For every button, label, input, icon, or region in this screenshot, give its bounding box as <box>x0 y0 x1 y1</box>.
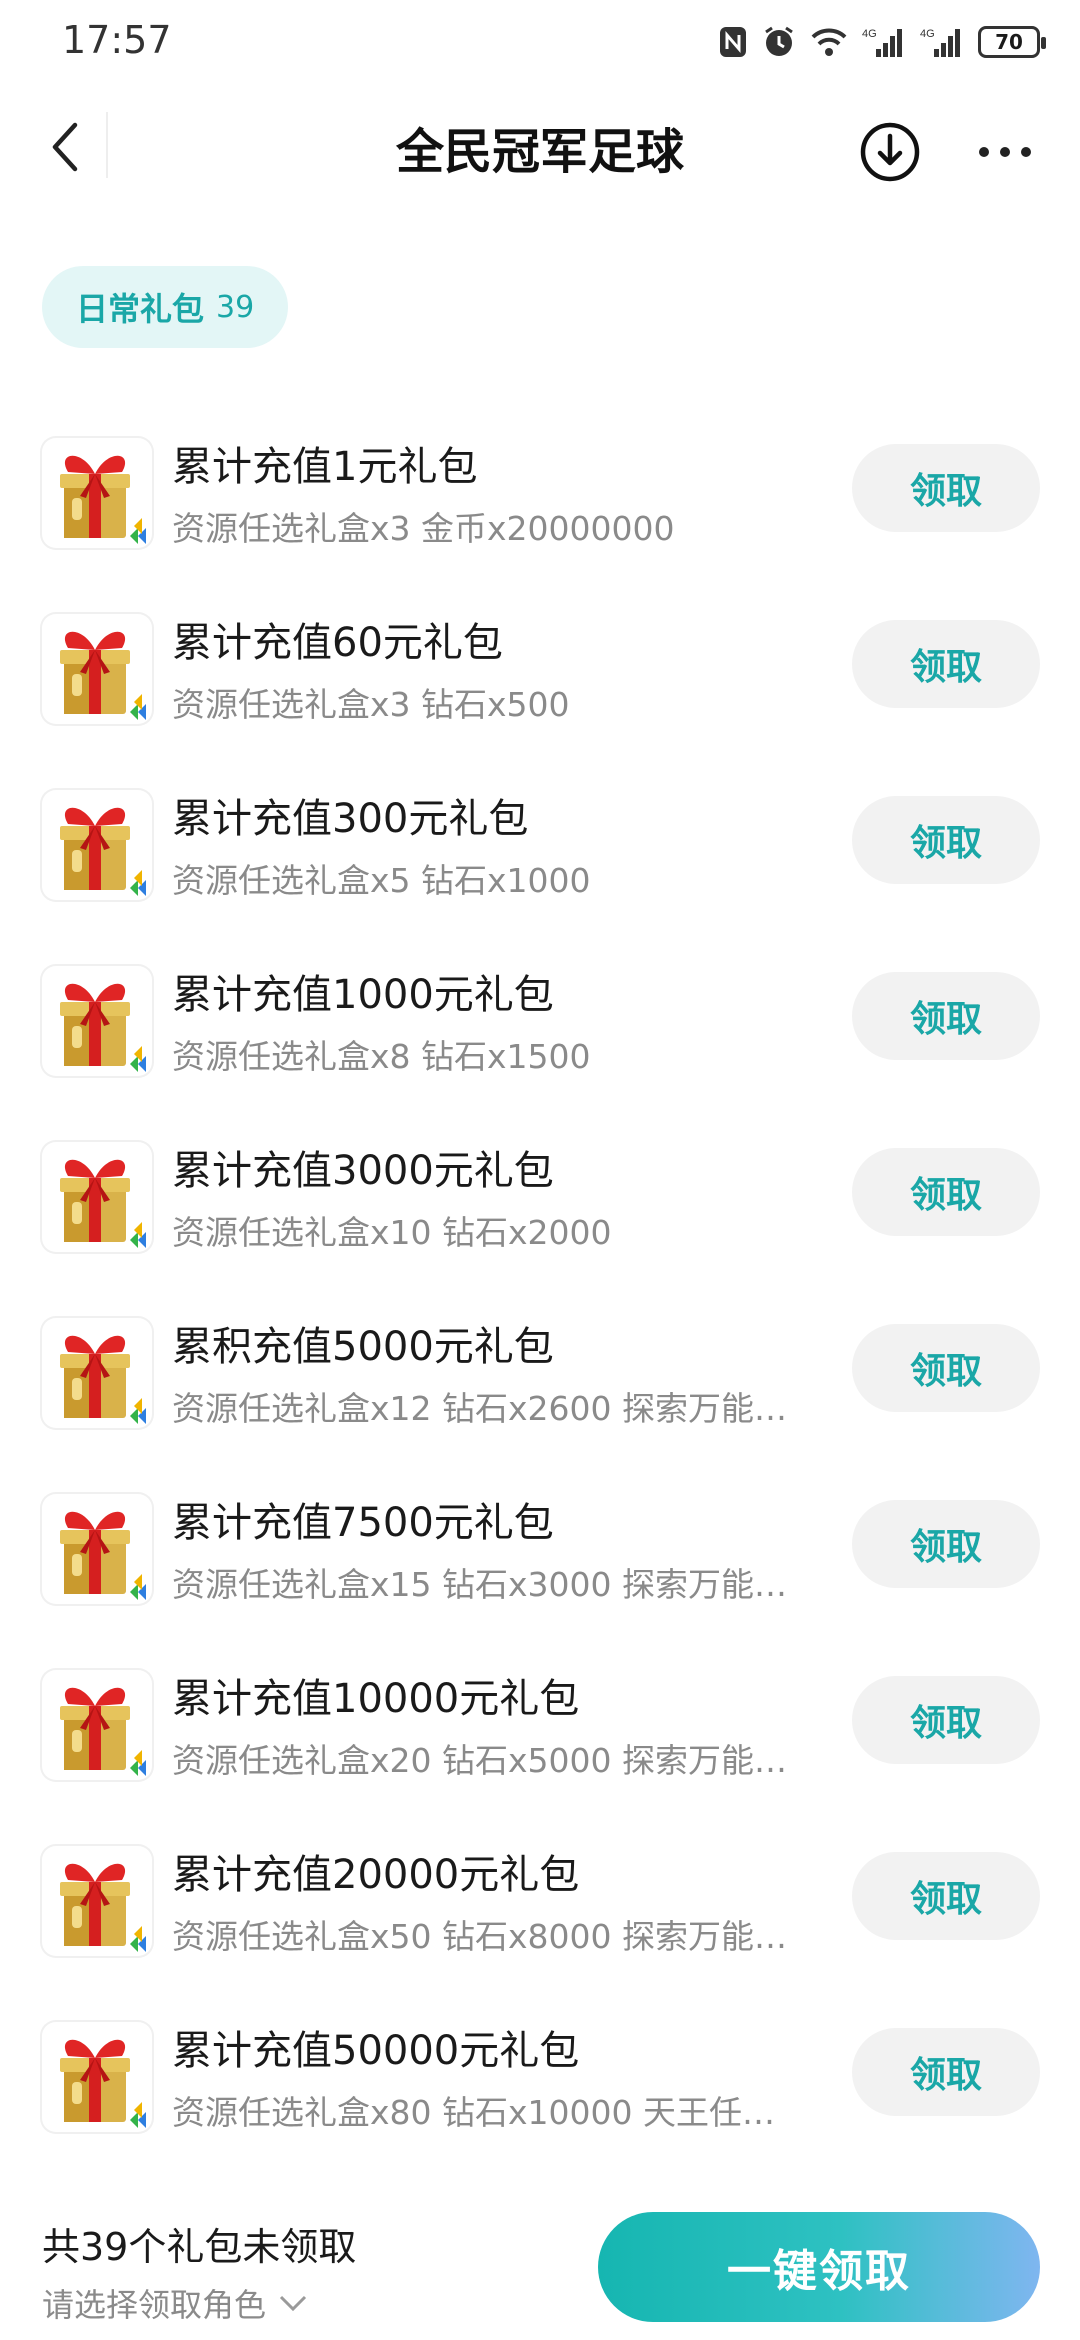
gift-list: 累计充值1元礼包 资源任选礼盒x3 金币x20000000 领取 累计充值60元… <box>0 410 1080 2170</box>
gift-description: 资源任选礼盒x50 钻石x8000 探索万能… <box>172 1917 788 1956</box>
gift-description: 资源任选礼盒x80 钻石x10000 天王任… <box>172 2093 776 2132</box>
gift-box-icon <box>42 1318 152 1428</box>
gift-title: 累计充值10000元礼包 <box>172 1676 580 1722</box>
status-time: 17:57 <box>62 18 172 62</box>
battery-icon: 70 <box>978 26 1046 58</box>
claim-button[interactable]: 领取 <box>852 972 1040 1060</box>
gift-description: 资源任选礼盒x5 钻石x1000 <box>172 861 591 900</box>
gift-title: 累计充值3000元礼包 <box>172 1148 554 1194</box>
claim-button[interactable]: 领取 <box>852 2028 1040 2116</box>
battery-level: 70 <box>995 30 1023 54</box>
list-item: 累计充值1000元礼包 资源任选礼盒x8 钻石x1500 领取 <box>0 938 1080 1114</box>
gift-box-icon <box>42 966 152 1076</box>
gift-description: 资源任选礼盒x8 钻石x1500 <box>172 1037 591 1076</box>
gift-description: 资源任选礼盒x15 钻石x3000 探索万能… <box>172 1565 788 1604</box>
claim-button[interactable]: 领取 <box>852 1500 1040 1588</box>
list-item: 累计充值7500元礼包 资源任选礼盒x15 钻石x3000 探索万能… 领取 <box>0 1466 1080 1642</box>
list-item: 累计充值300元礼包 资源任选礼盒x5 钻石x1000 领取 <box>0 762 1080 938</box>
list-item: 累计充值50000元礼包 资源任选礼盒x80 钻石x10000 天王任… 领取 <box>0 1994 1080 2170</box>
list-item: 累计充值3000元礼包 资源任选礼盒x10 钻石x2000 领取 <box>0 1114 1080 1290</box>
gift-description: 资源任选礼盒x3 金币x20000000 <box>172 509 675 548</box>
gift-box-icon <box>42 1846 152 1956</box>
gift-description: 资源任选礼盒x10 钻石x2000 <box>172 1213 612 1252</box>
gift-title: 累计充值7500元礼包 <box>172 1500 554 1546</box>
claim-all-button[interactable]: 一键领取 <box>598 2212 1040 2322</box>
claim-button[interactable]: 领取 <box>852 1148 1040 1236</box>
unclaimed-summary: 共39个礼包未领取 <box>42 2225 357 2269</box>
role-select-label: 请选择领取角色 <box>42 2286 267 2324</box>
app-header: 全民冠军足球 <box>0 84 1080 214</box>
gift-description: 资源任选礼盒x3 钻石x500 <box>172 685 570 724</box>
list-item: 累计充值60元礼包 资源任选礼盒x3 钻石x500 领取 <box>0 586 1080 762</box>
gift-box-icon <box>42 614 152 724</box>
role-select[interactable]: 请选择领取角色 <box>42 2280 308 2326</box>
tab-daily-gifts[interactable]: 日常礼包 39 <box>42 266 289 348</box>
status-icons: 4G 4G 70 <box>718 20 1046 64</box>
svg-text:4G: 4G <box>920 28 935 40</box>
gift-description: 资源任选礼盒x12 钻石x2600 探索万能… <box>172 1389 788 1428</box>
claim-button[interactable]: 领取 <box>852 444 1040 532</box>
gift-box-icon <box>42 1142 152 1252</box>
status-bar: 17:57 4G 4G 70 <box>0 0 1080 84</box>
wifi-icon <box>810 26 848 58</box>
gift-box-icon <box>42 2022 152 2132</box>
list-item: 累积充值5000元礼包 资源任选礼盒x12 钻石x2600 探索万能… 领取 <box>0 1290 1080 1466</box>
more-button[interactable] <box>970 120 1040 184</box>
gift-title: 累计充值50000元礼包 <box>172 2028 580 2074</box>
claim-button[interactable]: 领取 <box>852 620 1040 708</box>
gift-description: 资源任选礼盒x20 钻石x5000 探索万能… <box>172 1741 788 1780</box>
gift-title: 累计充值1元礼包 <box>172 444 478 490</box>
svg-text:4G: 4G <box>862 28 877 40</box>
gift-title: 累计充值1000元礼包 <box>172 972 554 1018</box>
tab-label: 日常礼包 <box>76 290 205 328</box>
gift-title: 累计充值300元礼包 <box>172 796 529 842</box>
download-icon <box>860 122 920 182</box>
alarm-icon <box>762 25 796 59</box>
claim-button[interactable]: 领取 <box>852 1676 1040 1764</box>
nfc-icon <box>718 25 748 59</box>
gift-box-icon <box>42 1670 152 1780</box>
more-icon <box>979 147 1031 157</box>
list-item: 累计充值10000元礼包 资源任选礼盒x20 钻石x5000 探索万能… 领取 <box>0 1642 1080 1818</box>
bottom-bar: 共39个礼包未领取 请选择领取角色 一键领取 <box>0 2180 1080 2340</box>
gift-box-icon <box>42 790 152 900</box>
claim-button[interactable]: 领取 <box>852 1852 1040 1940</box>
signal-4g-icon: 4G <box>920 25 964 59</box>
chevron-down-icon <box>279 2295 307 2312</box>
claim-button[interactable]: 领取 <box>852 796 1040 884</box>
download-button[interactable] <box>858 120 922 184</box>
gift-title: 累计充值60元礼包 <box>172 620 503 666</box>
gift-box-icon <box>42 438 152 548</box>
list-item: 累计充值1元礼包 资源任选礼盒x3 金币x20000000 领取 <box>0 410 1080 586</box>
claim-button[interactable]: 领取 <box>852 1324 1040 1412</box>
gift-box-icon <box>42 1494 152 1604</box>
tab-count: 39 <box>216 289 255 325</box>
signal-4g-icon: 4G <box>862 25 906 59</box>
gift-title: 累计充值20000元礼包 <box>172 1852 580 1898</box>
list-item: 累计充值20000元礼包 资源任选礼盒x50 钻石x8000 探索万能… 领取 <box>0 1818 1080 1994</box>
gift-title: 累积充值5000元礼包 <box>172 1324 554 1370</box>
